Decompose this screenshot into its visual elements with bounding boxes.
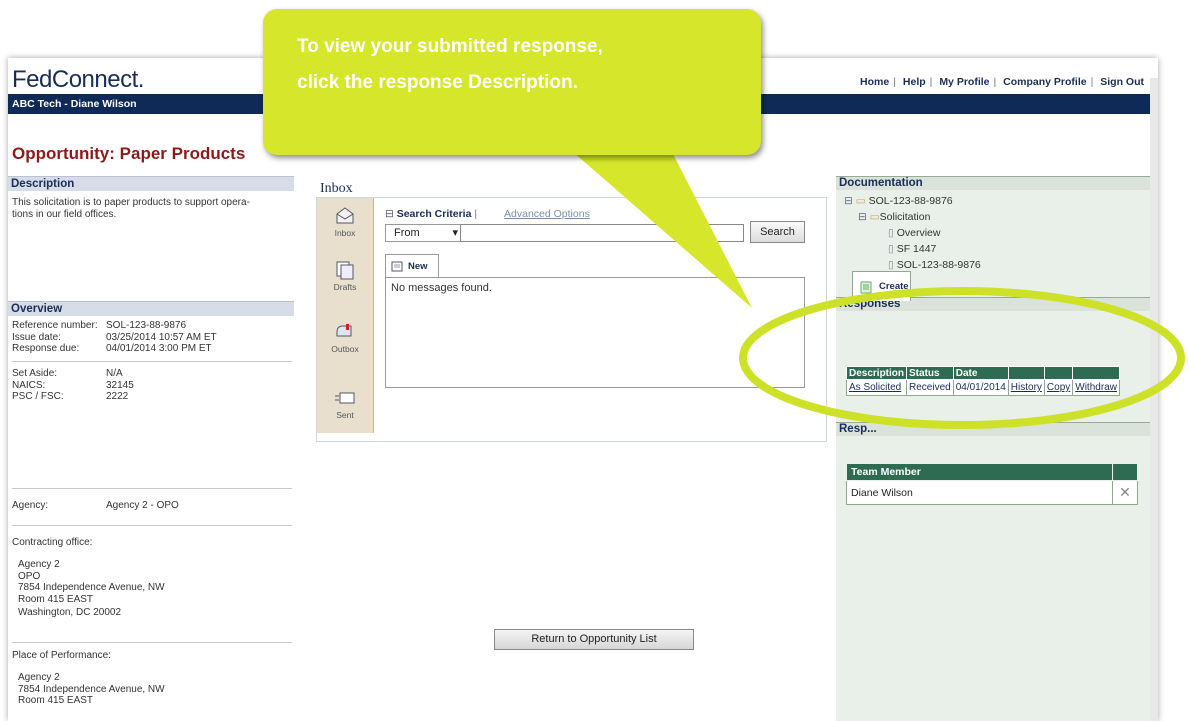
highlight-ellipse	[739, 287, 1185, 429]
callout-text: To view your submitted response, click t…	[297, 29, 747, 101]
callout-pointer	[573, 152, 752, 308]
callout-line: click the response Description.	[297, 72, 578, 93]
instruction-callout: To view your submitted response, click t…	[263, 9, 761, 155]
callout-line: To view your submitted response,	[297, 36, 603, 57]
